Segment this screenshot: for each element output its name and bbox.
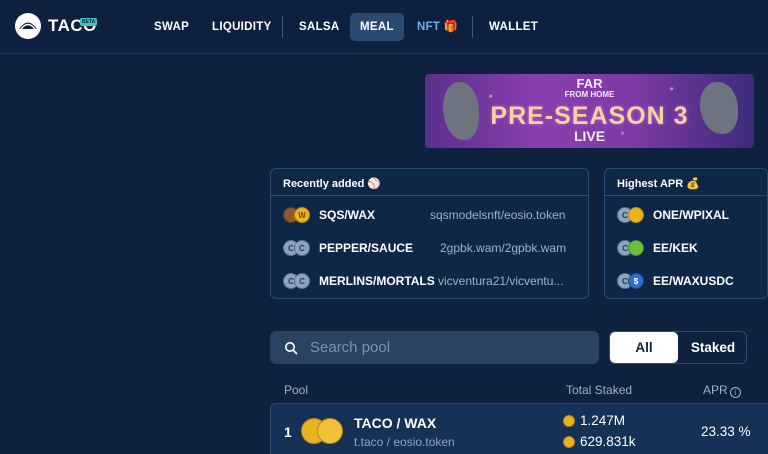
pair-name: SQS/WAX <box>319 208 376 222</box>
card-title: Highest APR 💰 <box>617 178 700 190</box>
wax-token-icon <box>317 418 343 444</box>
pair-name: PEPPER/SAUCE <box>319 241 414 255</box>
pool-apr: 23.33 % <box>701 424 751 439</box>
divider <box>605 195 767 196</box>
list-item[interactable]: C C PEPPER/SAUCE <box>283 238 413 258</box>
promo-banner[interactable]: FAR FROM HOME PRE-SEASON 3 LIVE <box>425 74 754 148</box>
nav-swap[interactable]: SWAP <box>154 13 189 41</box>
nav-salsa[interactable]: SALSA <box>299 13 339 41</box>
column-header-apr[interactable]: APR i <box>703 383 741 398</box>
list-item[interactable]: W SQS/WAX <box>283 205 375 225</box>
nav-wallet[interactable]: WALLET <box>489 13 538 41</box>
contract-name: vicventura21/vicventu... <box>438 274 564 288</box>
nav-divider <box>282 16 283 38</box>
apr-header-label: APR <box>703 383 728 397</box>
usdc-token-icon: $ <box>628 273 644 289</box>
banner-title-from-home: FROM HOME <box>564 90 615 99</box>
pool-rank: 1 <box>284 424 292 440</box>
search-box <box>270 331 599 364</box>
list-item[interactable]: C $ EE/WAXUSDC <box>617 271 734 291</box>
staked-amount-b: 629.831k <box>563 434 636 449</box>
info-icon[interactable]: i <box>729 387 741 398</box>
list-item[interactable]: C ONE/WPIXAL <box>617 205 729 225</box>
recently-added-card: Recently added ⚾ W SQS/WAX sqsmodelsnft/… <box>270 168 589 299</box>
staked-value: 1.247M <box>580 413 626 428</box>
token-pair-icon: C $ <box>617 273 647 289</box>
token-pair-icon: C C <box>283 240 313 256</box>
generic-token-icon: C <box>294 240 310 256</box>
banner-headline: PRE-SEASON 3 <box>490 102 689 130</box>
taco-token-icon <box>563 414 575 427</box>
pair-name: EE/KEK <box>653 241 698 255</box>
staked-value: 629.831k <box>580 434 636 449</box>
wax-token-icon: W <box>294 207 310 223</box>
column-header-total-staked[interactable]: Total Staked <box>566 383 632 397</box>
wpixal-token-icon <box>628 207 644 223</box>
generic-token-icon: C <box>294 273 310 289</box>
wax-token-icon <box>563 435 575 448</box>
divider <box>271 195 588 196</box>
top-navigation-bar: TACO BETA SWAP LIQUIDITY SALSA MEAL NFT … <box>0 0 768 54</box>
nav-divider <box>472 16 473 38</box>
column-header-pool[interactable]: Pool <box>284 383 308 397</box>
nav-nft[interactable]: NFT 🎁 <box>417 13 458 41</box>
staked-amount-a: 1.247M <box>563 413 625 428</box>
kek-token-icon <box>628 240 644 256</box>
pair-name: MERLINS/MORTALS <box>319 274 435 288</box>
banner-live-label: LIVE <box>573 128 606 144</box>
search-input[interactable] <box>310 331 590 364</box>
taco-logo-icon <box>15 13 41 39</box>
pool-filter-toggle: All Staked <box>609 331 747 364</box>
pair-name: EE/WAXUSDC <box>653 274 734 288</box>
nav-meal[interactable]: MEAL <box>350 13 404 41</box>
list-item[interactable]: C C MERLINS/MORTALS <box>283 271 435 291</box>
nav-liquidity[interactable]: LIQUIDITY <box>212 13 272 41</box>
pool-name: TACO / WAX <box>354 415 437 431</box>
beta-badge: BETA <box>80 18 98 26</box>
token-pair-icon: C <box>617 240 647 256</box>
card-title: Recently added ⚾ <box>283 178 382 190</box>
pair-name: ONE/WPIXAL <box>653 208 730 222</box>
filter-all-button[interactable]: All <box>610 332 678 363</box>
token-pair-icon: C <box>617 207 647 223</box>
table-row[interactable]: 1 TACO / WAX t.taco / eosio.token 1.247M… <box>270 403 768 454</box>
highest-apr-card: Highest APR 💰 C ONE/WPIXAL C EE/KEK C $ … <box>604 168 768 299</box>
token-pair-icon: C C <box>283 273 313 289</box>
filter-staked-button[interactable]: Staked <box>680 332 746 363</box>
banner-title-far: FAR <box>576 76 603 91</box>
taco-logo[interactable]: TACO <box>14 12 97 40</box>
search-icon <box>285 342 298 355</box>
list-item[interactable]: C EE/KEK <box>617 238 698 258</box>
contract-name: 2gpbk.wam/2gpbk.wam <box>440 241 567 255</box>
contract-name: sqsmodelsnft/eosio.token <box>430 208 566 222</box>
pool-contract: t.taco / eosio.token <box>354 435 455 449</box>
token-pair-icon: W <box>283 207 313 223</box>
token-pair-icon <box>301 418 345 444</box>
